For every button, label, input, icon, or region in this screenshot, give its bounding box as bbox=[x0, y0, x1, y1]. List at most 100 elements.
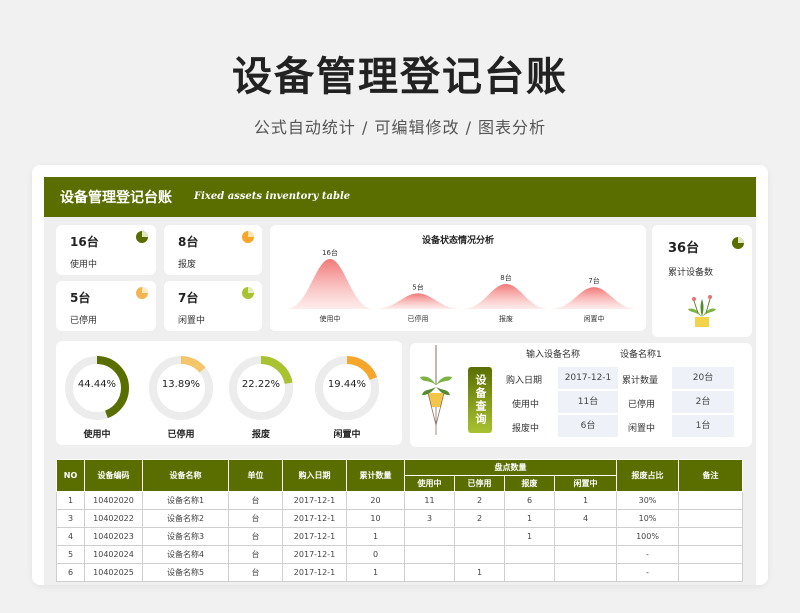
table-cell[interactable]: 2017-12-1 bbox=[282, 527, 347, 546]
table-cell[interactable]: 1 bbox=[346, 563, 405, 582]
area-peak bbox=[550, 287, 638, 309]
donut-label: 使用中 bbox=[83, 430, 111, 440]
table-cell[interactable]: 设备名称3 bbox=[142, 527, 229, 546]
pie-chart-icon bbox=[242, 287, 254, 299]
status-chart-panel: 设备状态情况分析 16台 使用中 5台 已停用 8台 报废 7台 闲置中 bbox=[270, 225, 646, 331]
table-cell[interactable]: 台 bbox=[228, 563, 283, 582]
field-label: 闲置中 bbox=[628, 424, 656, 434]
table-cell[interactable]: 5 bbox=[56, 545, 85, 564]
pie-chart-icon bbox=[136, 231, 148, 243]
table-cell[interactable]: 10402022 bbox=[84, 509, 143, 528]
table-cell[interactable]: 4 bbox=[554, 509, 617, 528]
column-header: 报废占比 bbox=[616, 459, 679, 492]
table-cell[interactable]: 1 bbox=[56, 491, 85, 510]
table-cell[interactable] bbox=[554, 527, 617, 546]
table-cell[interactable] bbox=[678, 509, 743, 528]
data-label: 16台 bbox=[322, 248, 338, 257]
table-row[interactable]: 4 10402023 设备名称3 台 2017-12-1 1 1 100% bbox=[56, 527, 743, 546]
table-cell[interactable] bbox=[404, 527, 455, 546]
table-cell[interactable]: 6 bbox=[56, 563, 85, 582]
stat-value: 7台 bbox=[178, 291, 199, 305]
table-cell[interactable]: 2 bbox=[454, 509, 505, 528]
table-cell[interactable]: 4 bbox=[56, 527, 85, 546]
table-cell[interactable]: 设备名称1 bbox=[142, 491, 229, 510]
table-cell[interactable]: 1 bbox=[504, 527, 555, 546]
column-subheader: 使用中 bbox=[404, 475, 455, 492]
table-cell[interactable] bbox=[678, 563, 743, 582]
stat-label: 已停用 bbox=[70, 316, 98, 326]
donut-idle: 19.44% bbox=[314, 355, 380, 421]
table-cell[interactable]: 10% bbox=[616, 509, 679, 528]
table-cell[interactable]: 1 bbox=[504, 509, 555, 528]
table-cell[interactable]: 台 bbox=[228, 527, 283, 546]
table-cell[interactable]: 3 bbox=[404, 509, 455, 528]
table-cell[interactable] bbox=[504, 563, 555, 582]
area-peak bbox=[462, 284, 550, 309]
table-cell[interactable] bbox=[678, 545, 743, 564]
table-cell[interactable]: - bbox=[616, 545, 679, 564]
stat-card-scrapped: 8台 报废 bbox=[164, 225, 262, 275]
table-cell[interactable] bbox=[454, 545, 505, 564]
table-cell[interactable]: - bbox=[616, 563, 679, 582]
table-cell[interactable]: 2017-12-1 bbox=[282, 563, 347, 582]
inventory-table: NO 设备编码 设备名称 单位 购入日期 累计数量 盘点数量 报废占比 备注 使… bbox=[56, 459, 743, 582]
table-cell[interactable] bbox=[554, 545, 617, 564]
table-cell[interactable]: 3 bbox=[56, 509, 85, 528]
table-cell[interactable]: 1 bbox=[454, 563, 505, 582]
table-cell[interactable]: 6 bbox=[504, 491, 555, 510]
table-cell[interactable] bbox=[504, 545, 555, 564]
field-label: 报废中 bbox=[512, 424, 540, 434]
category-label: 使用中 bbox=[320, 314, 341, 323]
table-cell[interactable]: 1 bbox=[554, 491, 617, 510]
donut-percent: 22.22% bbox=[241, 379, 281, 390]
table-cell[interactable]: 10402023 bbox=[84, 527, 143, 546]
table-cell[interactable]: 10402024 bbox=[84, 545, 143, 564]
table-row[interactable]: 5 10402024 设备名称4 台 2017-12-1 0 - bbox=[56, 545, 743, 564]
query-button[interactable]: 设备查询 bbox=[468, 367, 492, 433]
table-cell[interactable]: 20 bbox=[346, 491, 405, 510]
query-input-label: 输入设备名称 bbox=[526, 350, 581, 360]
potted-plant-icon bbox=[688, 295, 716, 327]
category-label: 闲置中 bbox=[584, 314, 605, 323]
table-row[interactable]: 3 10402022 设备名称2 台 2017-12-1 10 3 2 1 4 10% bbox=[56, 509, 743, 528]
donut-scrapped: 22.22% bbox=[228, 355, 294, 421]
table-cell[interactable] bbox=[678, 527, 743, 546]
header-bar: 设备管理登记台账 Fixed assets inventory table bbox=[44, 177, 756, 217]
pie-chart-icon bbox=[242, 231, 254, 243]
table-row[interactable]: 6 10402025 设备名称5 台 2017-12-1 1 1- bbox=[56, 563, 743, 582]
donut-percent: 19.44% bbox=[327, 379, 367, 390]
table-cell[interactable]: 2 bbox=[454, 491, 505, 510]
field-label: 已停用 bbox=[628, 400, 656, 410]
table-cell[interactable]: 30% bbox=[616, 491, 679, 510]
table-cell[interactable]: 2017-12-1 bbox=[282, 491, 347, 510]
table-cell[interactable]: 10 bbox=[346, 509, 405, 528]
stat-label: 使用中 bbox=[70, 260, 98, 270]
table-cell[interactable]: 台 bbox=[228, 509, 283, 528]
data-label: 8台 bbox=[500, 273, 511, 282]
query-input-value[interactable]: 设备名称1 bbox=[620, 347, 662, 360]
table-row[interactable]: 1 10402020 设备名称1 台 2017-12-1 20 11 2 6 1 30% bbox=[56, 491, 743, 510]
table-cell[interactable]: 2017-12-1 bbox=[282, 545, 347, 564]
table-cell[interactable] bbox=[404, 545, 455, 564]
table-cell[interactable] bbox=[404, 563, 455, 582]
donut-percent: 13.89% bbox=[161, 379, 201, 390]
table-cell[interactable]: 11 bbox=[404, 491, 455, 510]
table-cell[interactable]: 台 bbox=[228, 491, 283, 510]
category-label: 报废 bbox=[499, 314, 513, 323]
table-cell[interactable] bbox=[554, 563, 617, 582]
table-cell[interactable]: 10402020 bbox=[84, 491, 143, 510]
inventory-table-wrap: NO 设备编码 设备名称 单位 购入日期 累计数量 盘点数量 报废占比 备注 使… bbox=[56, 459, 752, 585]
table-cell[interactable]: 0 bbox=[346, 545, 405, 564]
table-cell[interactable]: 设备名称2 bbox=[142, 509, 229, 528]
table-cell[interactable]: 100% bbox=[616, 527, 679, 546]
donut-label: 已停用 bbox=[167, 430, 195, 440]
table-cell[interactable]: 设备名称4 bbox=[142, 545, 229, 564]
table-cell[interactable]: 设备名称5 bbox=[142, 563, 229, 582]
table-cell[interactable]: 台 bbox=[228, 545, 283, 564]
table-cell[interactable]: 2017-12-1 bbox=[282, 509, 347, 528]
table-cell[interactable]: 1 bbox=[346, 527, 405, 546]
area-peak bbox=[374, 293, 462, 309]
table-cell[interactable]: 10402025 bbox=[84, 563, 143, 582]
table-cell[interactable] bbox=[678, 491, 743, 510]
table-cell[interactable] bbox=[454, 527, 505, 546]
